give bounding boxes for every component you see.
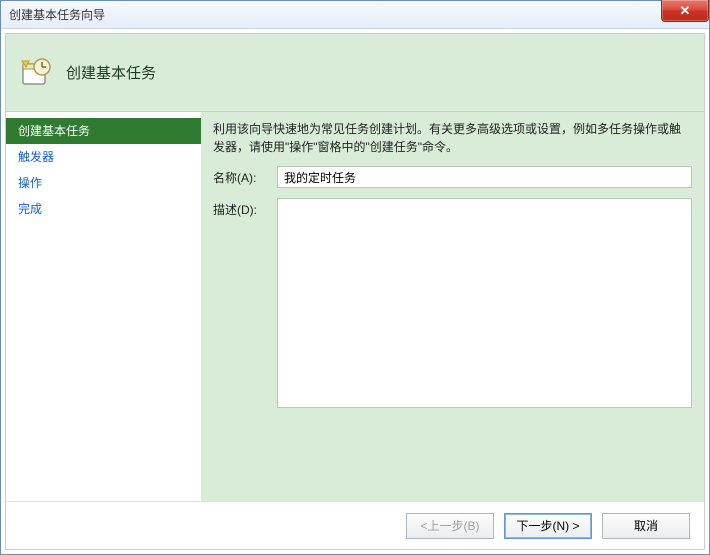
name-input[interactable] [277,166,692,188]
sidebar-item-action[interactable]: 操作 [6,170,201,196]
sidebar-item-label: 创建基本任务 [18,124,90,138]
sidebar-item-label: 完成 [18,202,42,216]
next-button[interactable]: 下一步(N) > [504,513,592,539]
sidebar-item-label: 操作 [18,176,42,190]
wizard-header: 创建基本任务 [6,34,704,112]
titlebar: 创建基本任务向导 ✕ [1,1,709,29]
name-label: 名称(A): [213,166,269,186]
window-title: 创建基本任务向导 [9,6,105,23]
name-row: 名称(A): [213,166,692,188]
sidebar-item-trigger[interactable]: 触发器 [6,144,201,170]
cancel-button[interactable]: 取消 [602,513,690,539]
description-input[interactable] [277,198,692,408]
wizard-frame: 创建基本任务 创建基本任务 触发器 操作 完成 利用该向导快速地为常见任务创建计… [5,33,705,550]
sidebar-item-finish[interactable]: 完成 [6,196,201,222]
close-button[interactable]: ✕ [661,0,709,22]
wizard-main: 利用该向导快速地为常见任务创建计划。有关更多高级选项或设置，例如多任务操作或触发… [201,112,704,501]
close-icon: ✕ [680,3,691,19]
intro-text: 利用该向导快速地为常见任务创建计划。有关更多高级选项或设置，例如多任务操作或触发… [213,120,692,156]
sidebar-item-label: 触发器 [18,150,54,164]
wizard-body: 创建基本任务 触发器 操作 完成 利用该向导快速地为常见任务创建计划。有关更多高… [6,112,704,501]
description-label: 描述(D): [213,198,269,218]
description-row: 描述(D): [213,198,692,408]
wizard-title: 创建基本任务 [66,62,156,83]
wizard-sidebar: 创建基本任务 触发器 操作 完成 [6,112,201,501]
sidebar-item-create-basic-task[interactable]: 创建基本任务 [6,118,201,144]
wizard-window: 创建基本任务向导 ✕ 创建基本任务 创建基本任务 [0,0,710,555]
back-button[interactable]: <上一步(B) [406,513,494,539]
calendar-clock-icon [20,57,52,89]
wizard-footer: <上一步(B) 下一步(N) > 取消 [6,501,704,549]
